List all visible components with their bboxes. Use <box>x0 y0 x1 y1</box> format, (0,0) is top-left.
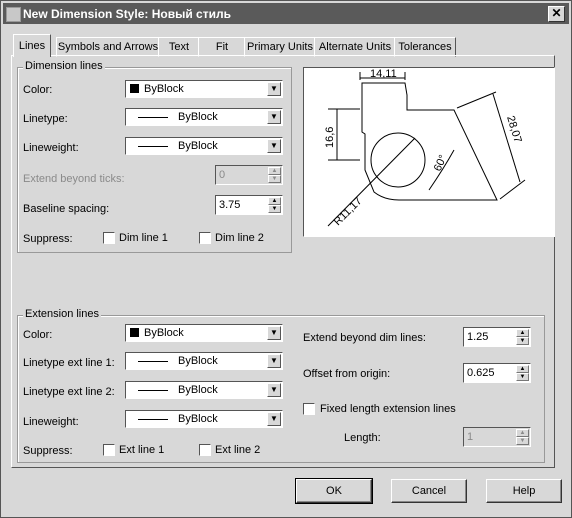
ext-line2-label[interactable]: Ext line 2 <box>215 444 260 456</box>
linetype-ext1-select[interactable]: ByBlock ▼ <box>125 352 283 370</box>
tab-symbols-and-arrows[interactable]: Symbols and Arrows <box>56 37 160 57</box>
spin-up-icon[interactable]: ▲ <box>268 197 281 205</box>
length-input: 1 ▲ ▼ <box>463 427 531 447</box>
dim-lineweight-label: Lineweight: <box>23 142 79 154</box>
dim-linetype-select[interactable]: ByBlock ▼ <box>125 108 283 126</box>
dim-color-label: Color: <box>23 84 53 96</box>
ext-line2-checkbox[interactable] <box>199 444 211 456</box>
dim-line2-checkbox[interactable] <box>199 232 211 244</box>
dim-linetype-label: Linetype: <box>23 113 68 125</box>
extend-ticks-label: Extend beyond ticks: <box>23 173 125 185</box>
tab-lines[interactable]: Lines <box>13 34 51 57</box>
preview-radius-dim: R11,17 <box>332 195 365 228</box>
spin-down-icon[interactable]: ▼ <box>268 205 281 213</box>
chevron-down-icon[interactable]: ▼ <box>267 412 281 426</box>
linetype-ext2-select[interactable]: ByBlock ▼ <box>125 381 283 399</box>
tab-alternate-units[interactable]: Alternate Units <box>314 37 396 57</box>
preview-left-dim: 16,6 <box>324 127 336 148</box>
spin-down-icon: ▼ <box>268 175 281 183</box>
title-bar[interactable]: New Dimension Style: Новый стиль ✕ <box>3 3 569 24</box>
fixed-length-label[interactable]: Fixed length extension lines <box>320 403 456 415</box>
dim-color-value: ByBlock <box>144 83 184 95</box>
chevron-down-icon[interactable]: ▼ <box>267 139 281 153</box>
spin-up-icon: ▲ <box>516 429 529 437</box>
spin-down-icon[interactable]: ▼ <box>516 337 529 345</box>
dim-lineweight-value: ByBlock <box>178 140 218 152</box>
ok-button[interactable]: OK <box>295 478 373 504</box>
tab-text[interactable]: Text <box>158 37 200 57</box>
chevron-down-icon[interactable]: ▼ <box>267 110 281 124</box>
baseline-spacing-input[interactable]: 3.75 ▲ ▼ <box>215 195 283 215</box>
tab-fit[interactable]: Fit <box>198 37 246 57</box>
chevron-down-icon[interactable]: ▼ <box>267 383 281 397</box>
dimension-preview: 14,11 16,6 28,07 60° R11,17 <box>303 67 555 237</box>
help-button[interactable]: Help <box>486 479 562 503</box>
extend-ticks-value: 0 <box>219 169 226 181</box>
baseline-spacing-label: Baseline spacing: <box>23 203 110 215</box>
offset-origin-label: Offset from origin: <box>303 368 391 380</box>
offset-origin-value: 0.625 <box>467 367 495 379</box>
tab-tolerances[interactable]: Tolerances <box>394 37 456 57</box>
line-sample <box>138 146 168 147</box>
line-sample <box>138 361 168 362</box>
baseline-spacing-value: 3.75 <box>219 199 241 211</box>
ext-line1-label[interactable]: Ext line 1 <box>119 444 164 456</box>
linetype-ext2-value: ByBlock <box>178 384 218 396</box>
spin-up-icon: ▲ <box>268 167 281 175</box>
tab-primary-units[interactable]: Primary Units <box>244 37 316 57</box>
ext-color-label: Color: <box>23 329 53 341</box>
line-sample <box>138 419 168 420</box>
app-icon <box>6 7 21 22</box>
color-swatch <box>130 84 139 93</box>
offset-origin-input[interactable]: 0.625 ▲ ▼ <box>463 363 531 383</box>
spin-up-icon[interactable]: ▲ <box>516 329 529 337</box>
ext-lineweight-select[interactable]: ByBlock ▼ <box>125 410 283 428</box>
dim-line1-label[interactable]: Dim line 1 <box>119 232 168 244</box>
window-title: New Dimension Style: Новый стиль <box>23 7 231 21</box>
ext-color-value: ByBlock <box>144 327 184 339</box>
length-label: Length: <box>344 432 381 444</box>
linetype-ext1-label: Linetype ext line 1: <box>23 357 115 369</box>
dim-line1-checkbox[interactable] <box>103 232 115 244</box>
line-sample <box>138 117 168 118</box>
preview-angle-dim: 60° <box>432 153 450 173</box>
dim-linetype-value: ByBlock <box>178 111 218 123</box>
dim-lineweight-select[interactable]: ByBlock ▼ <box>125 137 283 155</box>
preview-drawing: 14,11 16,6 28,07 60° R11,17 <box>324 68 526 228</box>
color-swatch <box>130 328 139 337</box>
extend-dim-lines-label: Extend beyond dim lines: <box>303 332 426 344</box>
spin-up-icon[interactable]: ▲ <box>516 365 529 373</box>
spin-down-icon: ▼ <box>516 437 529 445</box>
dim-color-select[interactable]: ByBlock ▼ <box>125 80 283 98</box>
line-sample <box>138 390 168 391</box>
dim-suppress-label: Suppress: <box>23 233 73 245</box>
dialog-window: New Dimension Style: Новый стиль ✕ Lines… <box>0 0 572 518</box>
chevron-down-icon[interactable]: ▼ <box>267 82 281 96</box>
linetype-ext1-value: ByBlock <box>178 355 218 367</box>
chevron-down-icon[interactable]: ▼ <box>267 326 281 340</box>
extend-dim-lines-input[interactable]: 1.25 ▲ ▼ <box>463 327 531 347</box>
linetype-ext2-label: Linetype ext line 2: <box>23 386 115 398</box>
extend-ticks-input: 0 ▲ ▼ <box>215 165 283 185</box>
spin-down-icon[interactable]: ▼ <box>516 373 529 381</box>
ext-line1-checkbox[interactable] <box>103 444 115 456</box>
close-icon[interactable]: ✕ <box>548 6 565 22</box>
extend-dim-lines-value: 1.25 <box>467 331 489 343</box>
cancel-button[interactable]: Cancel <box>391 479 467 503</box>
ext-color-select[interactable]: ByBlock ▼ <box>125 324 283 342</box>
preview-top-dim: 14,11 <box>370 68 397 80</box>
extension-lines-title: Extension lines <box>23 308 101 320</box>
fixed-length-checkbox[interactable] <box>303 403 315 415</box>
dimension-lines-title: Dimension lines <box>23 60 105 72</box>
chevron-down-icon[interactable]: ▼ <box>267 354 281 368</box>
dim-line2-label[interactable]: Dim line 2 <box>215 232 264 244</box>
length-value: 1 <box>467 431 474 443</box>
ext-lineweight-value: ByBlock <box>178 413 218 425</box>
ext-lineweight-label: Lineweight: <box>23 416 79 428</box>
ext-suppress-label: Suppress: <box>23 445 73 457</box>
